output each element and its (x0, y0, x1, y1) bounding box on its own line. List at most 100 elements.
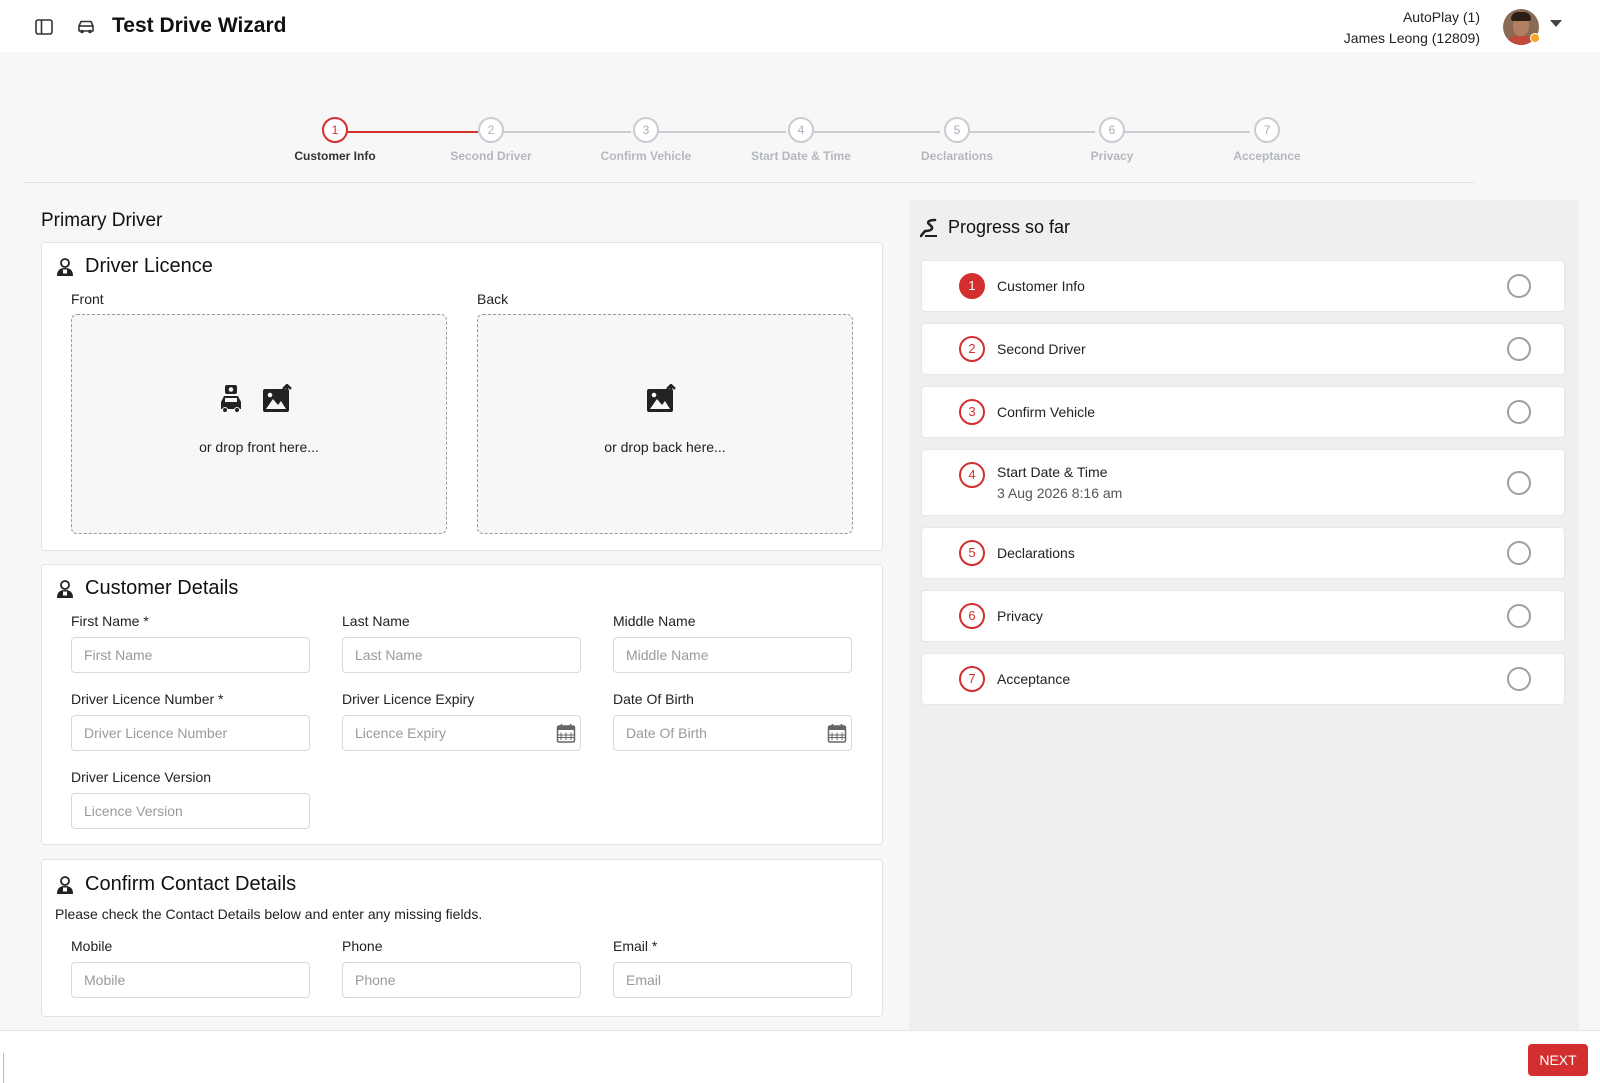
progress-sublabel: 3 Aug 2026 8:16 am (997, 485, 1123, 501)
step-number: 7 (1254, 117, 1280, 143)
driver-icon (55, 257, 75, 277)
driver-icon (55, 875, 75, 895)
phone-input[interactable] (342, 962, 581, 998)
progress-item-declarations[interactable]: 5 Declarations (921, 527, 1565, 579)
section-heading: Primary Driver (41, 210, 163, 231)
card-title: Confirm Contact Details (85, 873, 297, 895)
progress-item-privacy[interactable]: 6 Privacy (921, 590, 1565, 642)
progress-item-start-date-time[interactable]: 4 Start Date & Time 3 Aug 2026 8:16 am (921, 449, 1565, 516)
image-upload-icon[interactable] (262, 383, 294, 419)
dob-input[interactable] (613, 715, 852, 751)
step-number: 3 (633, 117, 659, 143)
progress-status-circle (1507, 400, 1531, 424)
step-number: 4 (788, 117, 814, 143)
progress-status-circle (1507, 604, 1531, 628)
progress-item-acceptance[interactable]: 7 Acceptance (921, 653, 1565, 705)
licence-version-label: Driver Licence Version (71, 769, 212, 785)
step-confirm-vehicle[interactable]: 3 Confirm Vehicle (576, 117, 716, 163)
progress-label: Customer Info (997, 278, 1085, 294)
account-user: James Leong (12809) (1343, 30, 1480, 46)
phone-label: Phone (342, 938, 383, 954)
step-label: Customer Info (294, 149, 376, 163)
page-title: Test Drive Wizard (112, 14, 287, 37)
contact-note: Please check the Contact Details below a… (55, 906, 483, 922)
account-dealer: AutoPlay (1) (1402, 9, 1480, 25)
back-dropzone[interactable]: or drop back here... (477, 314, 853, 534)
progress-number: 2 (959, 336, 985, 362)
step-number: 6 (1099, 117, 1125, 143)
step-start-date-time[interactable]: 4 Start Date & Time (731, 117, 871, 163)
progress-label: Privacy (997, 608, 1043, 624)
licence-number-input[interactable] (71, 715, 310, 751)
calendar-icon[interactable] (827, 723, 847, 743)
footer-bar: NEXT (0, 1030, 1600, 1083)
step-label: Acceptance (1233, 149, 1301, 163)
progress-number: 3 (959, 399, 985, 425)
progress-number: 7 (959, 666, 985, 692)
progress-panel: Progress so far 1 Customer Info 2 Second… (909, 200, 1579, 1030)
progress-title: Progress so far (948, 217, 1071, 237)
status-indicator (1530, 33, 1540, 43)
licence-expiry-label: Driver Licence Expiry (342, 691, 475, 707)
step-declarations[interactable]: 5 Declarations (887, 117, 1027, 163)
progress-number: 1 (959, 273, 985, 299)
wizard-stepper: 1 Customer Info 2 Second Driver 3 Confir… (24, 117, 1474, 183)
progress-number: 5 (959, 540, 985, 566)
step-label: Declarations (920, 149, 994, 163)
progress-number: 6 (959, 603, 985, 629)
licence-expiry-input[interactable] (342, 715, 581, 751)
step-number: 5 (944, 117, 970, 143)
progress-item-second-driver[interactable]: 2 Second Driver (921, 323, 1565, 375)
chevron-down-icon[interactable] (1550, 20, 1562, 27)
sidebar-toggle-icon[interactable] (33, 16, 55, 38)
image-upload-icon[interactable] (646, 383, 678, 419)
progress-label: Declarations (997, 545, 1075, 561)
middle-name-label: Middle Name (613, 613, 696, 629)
dropzone-text: or drop front here... (199, 439, 319, 455)
progress-status-circle (1507, 667, 1531, 691)
mobile-input[interactable] (71, 962, 310, 998)
step-acceptance[interactable]: 7 Acceptance (1197, 117, 1337, 163)
step-customer-info[interactable]: 1 Customer Info (265, 117, 405, 163)
progress-label: Start Date & Time (997, 464, 1108, 480)
camera-car-icon[interactable] (216, 383, 246, 420)
customer-details-card: Customer Details First Name * Last Name … (41, 564, 883, 845)
step-number: 1 (322, 117, 348, 143)
progress-item-confirm-vehicle[interactable]: 3 Confirm Vehicle (921, 386, 1565, 438)
email-input[interactable] (613, 962, 852, 998)
mobile-label: Mobile (71, 938, 113, 954)
divider (0, 1053, 4, 1083)
progress-item-customer-info[interactable]: 1 Customer Info (921, 260, 1565, 312)
step-privacy[interactable]: 6 Privacy (1042, 117, 1182, 163)
last-name-input[interactable] (342, 637, 581, 673)
progress-label: Confirm Vehicle (997, 404, 1096, 420)
progress-status-circle (1507, 337, 1531, 361)
progress-number: 4 (959, 462, 985, 488)
licence-version-input[interactable] (71, 793, 310, 829)
email-label: Email * (613, 938, 658, 954)
progress-status-circle (1507, 274, 1531, 298)
card-title: Customer Details (85, 577, 239, 599)
first-name-label: First Name * (71, 613, 149, 629)
road-icon (919, 218, 940, 238)
driver-licence-card: Driver Licence Front Back or drop front … (41, 242, 883, 551)
calendar-icon[interactable] (556, 723, 576, 743)
front-dropzone[interactable]: or drop front here... (71, 314, 447, 534)
back-label: Back (477, 291, 509, 307)
step-label: Confirm Vehicle (600, 149, 692, 163)
step-second-driver[interactable]: 2 Second Driver (421, 117, 561, 163)
account-info[interactable]: AutoPlay (1) James Leong (12809) (1344, 7, 1480, 49)
progress-status-circle (1507, 471, 1531, 495)
step-label: Start Date & Time (751, 149, 851, 163)
progress-label: Acceptance (997, 671, 1071, 687)
middle-name-input[interactable] (613, 637, 852, 673)
front-label: Front (71, 291, 104, 307)
app-header: Test Drive Wizard AutoPlay (1) James Leo… (0, 0, 1600, 52)
progress-status-circle (1507, 541, 1531, 565)
licence-number-label: Driver Licence Number * (71, 691, 224, 707)
next-button[interactable]: NEXT (1528, 1044, 1588, 1076)
progress-label: Second Driver (997, 341, 1086, 357)
driver-icon (55, 579, 75, 599)
first-name-input[interactable] (71, 637, 310, 673)
last-name-label: Last Name (342, 613, 410, 629)
